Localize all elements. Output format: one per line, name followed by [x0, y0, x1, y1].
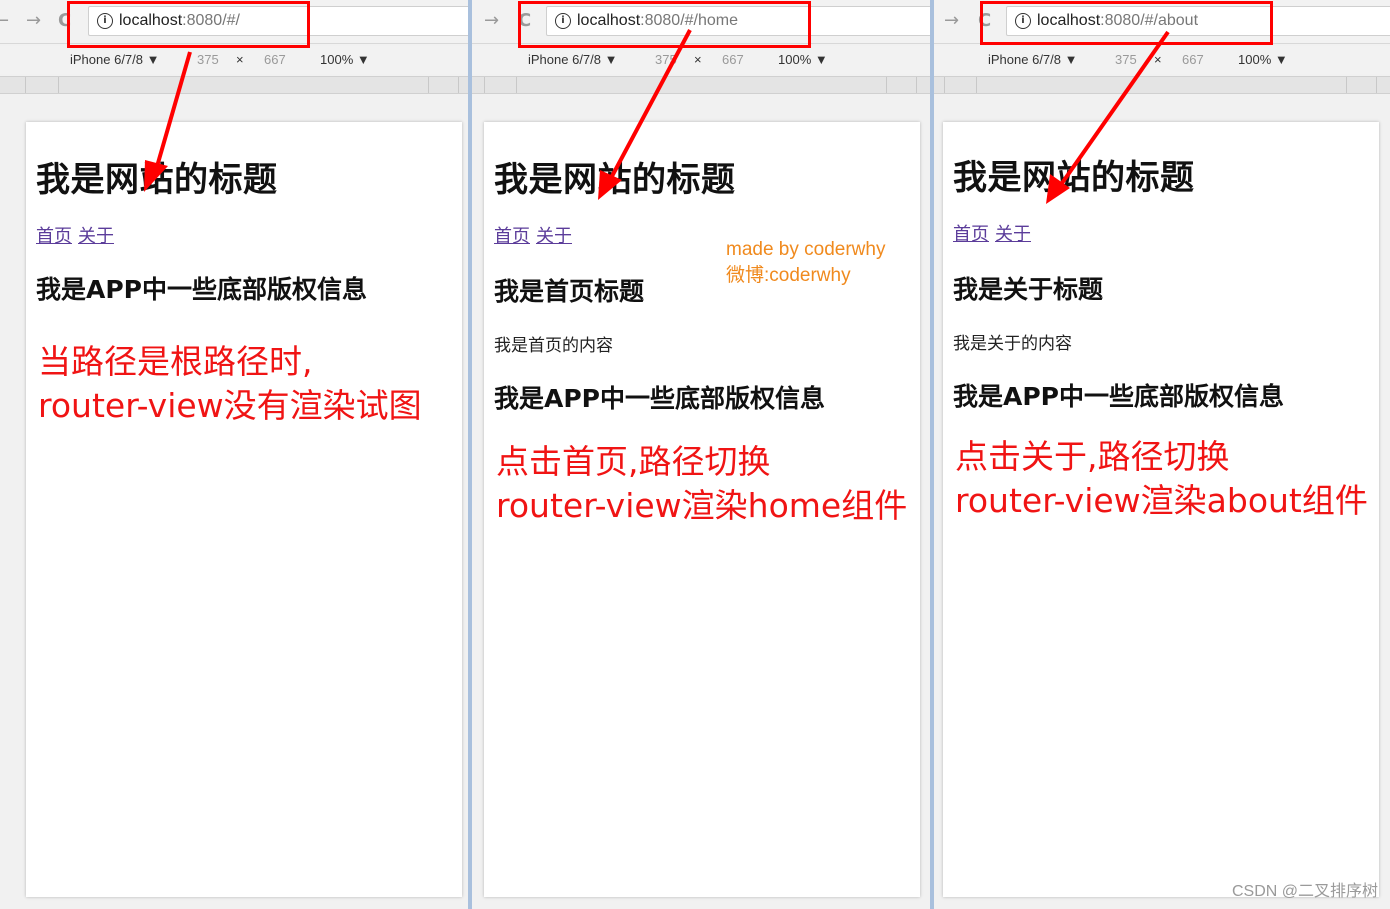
media-query-ruler [0, 76, 468, 94]
times-sign: × [1154, 52, 1162, 67]
annotation-line-2: router-view渲染home组件 [496, 486, 908, 525]
media-query-ruler [934, 76, 1390, 94]
times-sign: × [694, 52, 702, 67]
about-link[interactable]: 关于 [995, 224, 1031, 245]
browser-panel-home: → C i localhost:8080/#/home iPhone 6/7/8… [472, 0, 930, 909]
footer-heading: 我是APP中一些底部版权信息 [36, 275, 367, 304]
watermark-line-1: made by coderwhy [726, 239, 886, 260]
browser-panel-root: ← → C i localhost:8080/#/ iPhone 6/7/8 ▼… [0, 0, 468, 909]
site-title: 我是网站的标题 [953, 158, 1195, 198]
media-query-ruler [472, 76, 930, 94]
content-text: 我是关于的内容 [953, 334, 1072, 354]
back-arrow-icon[interactable]: ← [0, 10, 9, 32]
url-highlight-box [980, 1, 1273, 45]
site-title: 我是网站的标题 [494, 160, 736, 200]
credit-watermark: CSDN @二叉排序树 [1231, 883, 1378, 900]
page-viewport: 我是网站的标题 首页 关于 我是APP中一些底部版权信息 当路径是根路径时, ro… [26, 122, 462, 897]
about-link[interactable]: 关于 [78, 226, 114, 247]
device-height[interactable]: 667 [722, 52, 744, 67]
annotation-line-2: router-view没有渲染试图 [38, 386, 422, 425]
page-viewport: 我是网站的标题 首页 关于 我是关于标题 我是关于的内容 我是APP中一些底部版权… [943, 122, 1379, 897]
footer-heading: 我是APP中一些底部版权信息 [494, 384, 825, 413]
content-text: 我是首页的内容 [494, 336, 613, 356]
nav-links: 首页 关于 [494, 222, 578, 248]
annotation-line-1: 当路径是根路径时, [38, 342, 313, 381]
device-width[interactable]: 375 [655, 52, 677, 67]
device-height[interactable]: 667 [1182, 52, 1204, 67]
device-height[interactable]: 667 [264, 52, 286, 67]
device-width[interactable]: 375 [197, 52, 219, 67]
zoom-select[interactable]: 100% ▼ [1238, 52, 1288, 67]
annotation-line-2: router-view渲染about组件 [955, 481, 1368, 520]
zoom-select[interactable]: 100% ▼ [778, 52, 828, 67]
nav-links: 首页 关于 [953, 220, 1037, 246]
content-heading: 我是关于标题 [953, 275, 1104, 304]
home-link[interactable]: 首页 [953, 224, 989, 245]
content-heading: 我是首页标题 [494, 277, 645, 306]
footer-heading: 我是APP中一些底部版权信息 [953, 382, 1284, 411]
device-toolbar: iPhone 6/7/8 ▼ 375 × 667 100% ▼ [0, 46, 468, 74]
device-select[interactable]: iPhone 6/7/8 ▼ [70, 52, 159, 67]
home-link[interactable]: 首页 [36, 226, 72, 247]
nav-links: 首页 关于 [36, 222, 120, 248]
device-toolbar: iPhone 6/7/8 ▼ 375 × 667 100% ▼ [472, 46, 930, 74]
forward-arrow-icon[interactable]: → [26, 10, 41, 32]
zoom-select[interactable]: 100% ▼ [320, 52, 370, 67]
annotation-line-1: 点击首页,路径切换 [496, 442, 771, 481]
watermark-line-2: 微博:coderwhy [726, 265, 851, 286]
page-viewport: 我是网站的标题 首页 关于 made by coderwhy 微博:coderwh… [484, 122, 920, 897]
forward-arrow-icon[interactable]: → [944, 10, 959, 32]
url-highlight-box [518, 1, 811, 48]
device-select[interactable]: iPhone 6/7/8 ▼ [988, 52, 1077, 67]
browser-panel-about: → C i localhost:8080/#/about iPhone 6/7/… [934, 0, 1390, 909]
site-title: 我是网站的标题 [36, 160, 278, 200]
annotation-line-1: 点击关于,路径切换 [955, 437, 1230, 476]
home-link[interactable]: 首页 [494, 226, 530, 247]
url-highlight-box [67, 1, 310, 48]
device-select[interactable]: iPhone 6/7/8 ▼ [528, 52, 617, 67]
device-width[interactable]: 375 [1115, 52, 1137, 67]
times-sign: × [236, 52, 244, 67]
forward-arrow-icon[interactable]: → [484, 10, 499, 32]
device-toolbar: iPhone 6/7/8 ▼ 375 × 667 100% ▼ [934, 46, 1390, 74]
about-link[interactable]: 关于 [536, 226, 572, 247]
